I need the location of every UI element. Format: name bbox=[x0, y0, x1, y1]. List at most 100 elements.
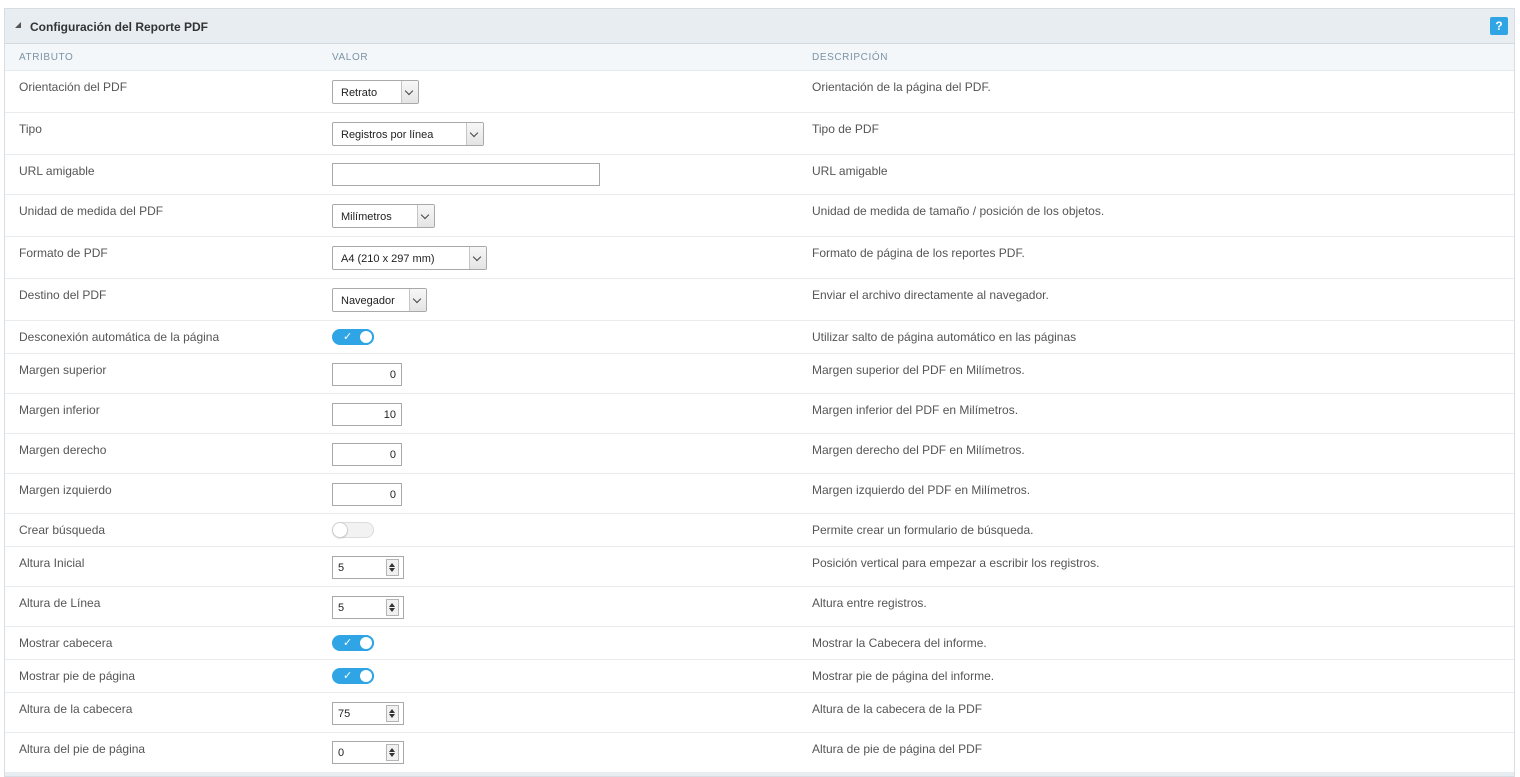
chevron-down-icon[interactable] bbox=[401, 81, 418, 103]
arrow-up-icon[interactable] bbox=[389, 748, 395, 752]
spinner-value: 5 bbox=[338, 602, 345, 614]
row-friendly-url: URL amigable URL amigable bbox=[5, 155, 1514, 195]
row-description: URL amigable bbox=[812, 164, 888, 178]
row-label: Margen izquierdo bbox=[19, 483, 112, 497]
row-description: Altura entre registros. bbox=[812, 596, 927, 610]
checkmark-icon: ✓ bbox=[343, 670, 353, 682]
margin-right-input[interactable]: 0 bbox=[332, 443, 402, 466]
row-create-search: Crear búsqueda Permite crear un formular… bbox=[5, 514, 1514, 547]
orientation-select[interactable]: Retrato bbox=[332, 80, 419, 104]
select-value: Navegador bbox=[341, 295, 395, 307]
destination-select[interactable]: Navegador bbox=[332, 288, 427, 312]
footer-height-spinner[interactable]: 0 bbox=[332, 741, 404, 764]
row-label: Altura de Línea bbox=[19, 596, 101, 610]
row-label: Mostrar pie de página bbox=[19, 669, 136, 683]
row-label: Margen inferior bbox=[19, 403, 100, 417]
toggle-knob bbox=[332, 522, 348, 538]
chevron-down-icon[interactable] bbox=[469, 247, 486, 269]
pdf-config-panel: Configuración del Reporte PDF ? ATRIBUTO… bbox=[4, 8, 1515, 777]
select-value: Registros por línea bbox=[341, 129, 434, 141]
column-header-value: VALOR bbox=[332, 52, 369, 63]
arrow-up-icon[interactable] bbox=[389, 709, 395, 713]
arrow-up-icon[interactable] bbox=[389, 563, 395, 567]
row-label: Orientación del PDF bbox=[19, 80, 128, 94]
column-header-attribute: ATRIBUTO bbox=[19, 52, 74, 63]
row-unit: Unidad de medida del PDF Milímetros Unid… bbox=[5, 195, 1514, 237]
arrow-down-icon[interactable] bbox=[389, 568, 395, 572]
chevron-down-icon[interactable] bbox=[409, 289, 426, 311]
spinner-arrows[interactable] bbox=[386, 559, 399, 576]
margin-top-input[interactable]: 0 bbox=[332, 363, 402, 386]
auto-page-break-toggle[interactable]: ✓ bbox=[332, 329, 374, 345]
row-description: Formato de página de los reportes PDF. bbox=[812, 246, 1025, 260]
initial-height-spinner[interactable]: 5 bbox=[332, 556, 404, 579]
row-label: Margen derecho bbox=[19, 443, 107, 457]
row-description: Margen inferior del PDF en Milímetros. bbox=[812, 403, 1019, 417]
row-auto-page-break: Desconexión automática de la página ✓ Ut… bbox=[5, 321, 1514, 354]
create-search-toggle[interactable] bbox=[332, 522, 374, 538]
format-select[interactable]: A4 (210 x 297 mm) bbox=[332, 246, 487, 270]
unit-select[interactable]: Milímetros bbox=[332, 204, 435, 228]
header-height-spinner[interactable]: 75 bbox=[332, 702, 404, 725]
panel-footer bbox=[5, 772, 1514, 776]
spinner-arrows[interactable] bbox=[386, 599, 399, 616]
column-header-description: DESCRIPCIÓN bbox=[812, 52, 889, 63]
row-margin-top: Margen superior 0 Margen superior del PD… bbox=[5, 354, 1514, 394]
row-label: Margen superior bbox=[19, 363, 107, 377]
toggle-knob bbox=[358, 668, 374, 684]
row-initial-height: Altura Inicial 5 Posición vertical para … bbox=[5, 547, 1514, 587]
row-margin-right: Margen derecho 0 Margen derecho del PDF … bbox=[5, 434, 1514, 474]
panel-header[interactable]: Configuración del Reporte PDF ? bbox=[5, 9, 1514, 44]
margin-bottom-input[interactable]: 10 bbox=[332, 403, 402, 426]
row-description: Mostrar pie de página del informe. bbox=[812, 669, 995, 683]
arrow-down-icon[interactable] bbox=[389, 753, 395, 757]
row-description: Utilizar salto de página automático en l… bbox=[812, 330, 1077, 344]
row-description: Mostrar la Cabecera del informe. bbox=[812, 636, 987, 650]
margin-left-input[interactable]: 0 bbox=[332, 483, 402, 506]
spinner-value: 0 bbox=[338, 747, 345, 759]
help-button[interactable]: ? bbox=[1490, 17, 1508, 35]
spinner-value: 75 bbox=[338, 708, 351, 720]
row-description: Enviar el archivo directamente al navega… bbox=[812, 288, 1049, 302]
checkmark-icon: ✓ bbox=[343, 637, 353, 649]
line-height-spinner[interactable]: 5 bbox=[332, 596, 404, 619]
table-header-row: ATRIBUTO VALOR DESCRIPCIÓN bbox=[5, 44, 1514, 71]
row-label: Unidad de medida del PDF bbox=[19, 204, 164, 218]
row-footer-height: Altura del pie de página 0 Altura de pie… bbox=[5, 733, 1514, 773]
checkmark-icon: ✓ bbox=[343, 331, 353, 343]
toggle-knob bbox=[358, 635, 374, 651]
arrow-down-icon[interactable] bbox=[389, 608, 395, 612]
spinner-arrows[interactable] bbox=[386, 744, 399, 761]
row-description: Altura de la cabecera de la PDF bbox=[812, 702, 983, 716]
row-label: Desconexión automática de la página bbox=[19, 330, 220, 344]
chevron-down-icon[interactable] bbox=[417, 205, 434, 227]
row-label: Altura de la cabecera bbox=[19, 702, 133, 716]
row-label: Mostrar cabecera bbox=[19, 636, 113, 650]
friendly-url-input[interactable] bbox=[332, 163, 600, 186]
collapse-triangle-icon[interactable] bbox=[15, 22, 21, 28]
row-label: Crear búsqueda bbox=[19, 523, 106, 537]
show-footer-toggle[interactable]: ✓ bbox=[332, 668, 374, 684]
row-label: Tipo bbox=[19, 122, 42, 136]
row-margin-bottom: Margen inferior 10 Margen inferior del P… bbox=[5, 394, 1514, 434]
select-value: Retrato bbox=[341, 87, 378, 99]
row-margin-left: Margen izquierdo 0 Margen izquierdo del … bbox=[5, 474, 1514, 514]
arrow-down-icon[interactable] bbox=[389, 714, 395, 718]
panel-title: Configuración del Reporte PDF bbox=[30, 20, 209, 34]
config-rows: Orientación del PDF Retrato Orientación … bbox=[5, 71, 1514, 773]
spinner-value: 5 bbox=[338, 562, 345, 574]
row-description: Unidad de medida de tamaño / posición de… bbox=[812, 204, 1105, 218]
show-header-toggle[interactable]: ✓ bbox=[332, 635, 374, 651]
row-header-height: Altura de la cabecera 75 Altura de la ca… bbox=[5, 693, 1514, 733]
chevron-down-icon[interactable] bbox=[466, 123, 483, 145]
spinner-arrows[interactable] bbox=[386, 705, 399, 722]
toggle-knob bbox=[358, 329, 374, 345]
row-description: Margen izquierdo del PDF en Milímetros. bbox=[812, 483, 1031, 497]
row-label: Formato de PDF bbox=[19, 246, 108, 260]
row-description: Permite crear un formulario de búsqueda. bbox=[812, 523, 1034, 537]
arrow-up-icon[interactable] bbox=[389, 603, 395, 607]
row-destination: Destino del PDF Navegador Enviar el arch… bbox=[5, 279, 1514, 321]
row-line-height: Altura de Línea 5 Altura entre registros… bbox=[5, 587, 1514, 627]
select-value: A4 (210 x 297 mm) bbox=[341, 253, 435, 265]
type-select[interactable]: Registros por línea bbox=[332, 122, 484, 146]
